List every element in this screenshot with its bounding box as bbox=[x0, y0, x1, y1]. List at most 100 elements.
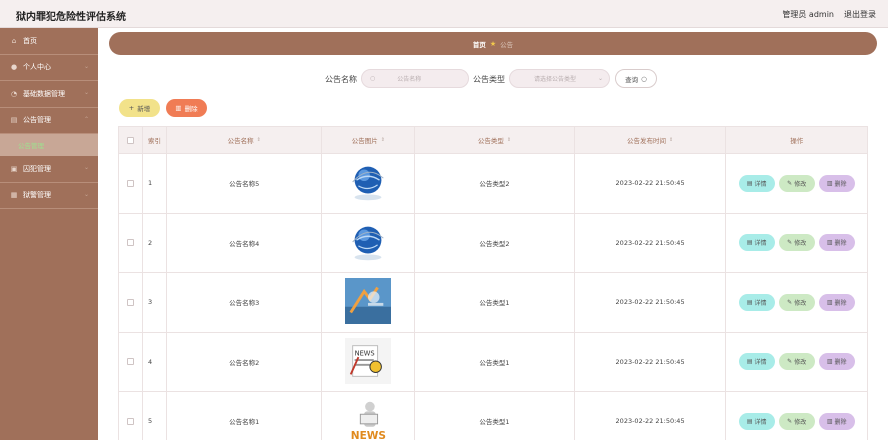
search-icon: ○ bbox=[641, 74, 647, 83]
row-ops: ▤ 详情 ✎ 修改 ▥ 删除 bbox=[726, 392, 867, 440]
trash-icon: ▥ bbox=[826, 298, 833, 306]
edit-icon: ✎ bbox=[787, 358, 793, 366]
edit-icon: ✎ bbox=[787, 179, 793, 187]
top-bar: 狱内罪犯危险性评估系统 管理员 admin 退出登录 bbox=[0, 0, 888, 28]
row-type: 公告类型1 bbox=[415, 392, 575, 440]
sort-icon: ⇕ bbox=[506, 137, 512, 143]
header-name[interactable]: 公告名称 ⇕ bbox=[167, 127, 323, 153]
select-all-checkbox[interactable] bbox=[126, 136, 134, 144]
row-checkbox[interactable] bbox=[126, 417, 134, 425]
row-checkbox[interactable] bbox=[126, 298, 134, 306]
detail-button[interactable]: ▤ 详情 bbox=[738, 234, 775, 252]
table-row: 2 公告名称4 公告类型2 2023-02-22 21:50:45 ▤ 详情 ✎ 修… bbox=[118, 213, 868, 273]
trash-icon: ▥ bbox=[826, 239, 833, 247]
row-name: 公告名称3 bbox=[167, 273, 323, 332]
sidebar-item-prisoner[interactable]: ▣ 囚犯管理 ⌄ bbox=[0, 156, 98, 183]
breadcrumb-home[interactable]: 首页 bbox=[473, 39, 486, 49]
row-name: 公告名称1 bbox=[167, 392, 323, 440]
row-name: 公告名称5 bbox=[167, 154, 323, 213]
trash-icon: ▥ bbox=[826, 358, 833, 366]
sort-icon: ⇕ bbox=[256, 137, 261, 143]
header-type[interactable]: 公告类型 ⇕ bbox=[415, 127, 575, 153]
sidebar-subitem-notice-management[interactable]: 公告管理 bbox=[0, 134, 98, 156]
sort-icon: ⇕ bbox=[668, 137, 674, 143]
sidebar-item-guard[interactable]: ▦ 狱警管理 ⌄ bbox=[0, 183, 98, 209]
notice-name-placeholder: 公告名称 bbox=[397, 76, 422, 83]
row-time: 2023-02-22 21:50:45 bbox=[575, 154, 727, 213]
row-image-cell bbox=[322, 154, 416, 213]
delete-button[interactable]: ▥ 删除 bbox=[818, 353, 855, 371]
row-ops: ▤ 详情 ✎ 修改 ▥ 删除 bbox=[726, 333, 867, 392]
home-icon: ⌂ bbox=[11, 36, 17, 45]
edit-button[interactable]: ✎ 修改 bbox=[778, 353, 815, 371]
row-type: 公告类型2 bbox=[415, 154, 575, 213]
row-image-cell bbox=[322, 213, 416, 272]
database-icon: ◔ bbox=[10, 89, 18, 98]
star-icon: ★ bbox=[489, 39, 497, 48]
row-image-cell: NEWS bbox=[322, 332, 416, 391]
header-time[interactable]: 公告发布时间 ⇕ bbox=[575, 127, 727, 153]
row-index: 2 bbox=[143, 213, 167, 272]
batch-delete-button[interactable]: ▥ 删除 bbox=[166, 99, 207, 117]
notice-image-news-man: NEWS bbox=[345, 397, 392, 440]
svg-text:NEWS: NEWS bbox=[355, 349, 375, 357]
detail-icon: ▤ bbox=[746, 179, 753, 187]
notice-image-news-blue bbox=[345, 278, 392, 326]
chevron-down-icon: ⌄ bbox=[83, 164, 89, 171]
delete-button[interactable]: ▥ 删除 bbox=[818, 293, 855, 311]
row-image-cell: NEWS bbox=[322, 392, 416, 440]
row-type: 公告类型2 bbox=[415, 213, 575, 272]
edit-icon: ✎ bbox=[787, 298, 793, 306]
table-row: 4 公告名称2 NEWS 公告类型1 2023-02-22 21:50:45 ▤… bbox=[118, 332, 868, 392]
notice-table: 索引 公告名称 ⇕ 公告图片 ⇕ 公告类型 ⇕ 公告发布时间 ⇕ 操作 1 公告名称5 … bbox=[118, 126, 868, 440]
logout-link[interactable]: 退出登录 bbox=[844, 9, 876, 20]
row-time: 2023-02-22 21:50:45 bbox=[575, 392, 727, 440]
breadcrumb-current: 公告 bbox=[500, 40, 514, 49]
edit-button[interactable]: ✎ 修改 bbox=[778, 412, 815, 430]
header-image[interactable]: 公告图片 ⇕ bbox=[322, 127, 416, 153]
delete-button[interactable]: ▥ 删除 bbox=[818, 174, 855, 192]
row-image-cell bbox=[322, 273, 416, 332]
edit-button[interactable]: ✎ 修改 bbox=[778, 174, 815, 192]
sidebar-item-home[interactable]: ⌂ 首页 bbox=[0, 28, 98, 55]
select-all-cell bbox=[119, 127, 143, 153]
chevron-down-icon: ⌄ bbox=[83, 89, 89, 96]
search-bar: 公告名称 ○ 公告名称 公告类型 请选择公告类型 ⌄ 查询 ○ bbox=[0, 69, 888, 89]
notice-type-select[interactable]: 请选择公告类型 ⌄ bbox=[509, 69, 610, 88]
detail-button[interactable]: ▤ 详情 bbox=[738, 353, 775, 371]
detail-button[interactable]: ▤ 详情 bbox=[738, 174, 775, 192]
trash-icon: ▥ bbox=[175, 104, 182, 112]
detail-button[interactable]: ▤ 详情 bbox=[738, 293, 775, 311]
query-button[interactable]: 查询 ○ bbox=[615, 69, 657, 88]
row-type: 公告类型1 bbox=[415, 273, 575, 332]
row-time: 2023-02-22 21:50:45 bbox=[575, 273, 727, 332]
row-checkbox[interactable] bbox=[126, 179, 134, 187]
row-index: 5 bbox=[143, 392, 167, 440]
table-row: 5 公告名称1 NEWS 公告类型1 2023-02-22 21:50:45 ▤… bbox=[118, 392, 868, 440]
query-button-label: 查询 bbox=[625, 75, 639, 84]
row-checkbox[interactable] bbox=[126, 358, 134, 366]
sidebar-item-notice[interactable]: ▤ 公告管理 ⌃ bbox=[0, 108, 98, 134]
plus-icon: + bbox=[128, 104, 135, 112]
header-index: 索引 bbox=[143, 127, 167, 153]
notice-name-input[interactable]: ○ 公告名称 bbox=[361, 69, 469, 88]
table-row: 1 公告名称5 公告类型2 2023-02-22 21:50:45 ▤ 详情 ✎ 修… bbox=[118, 154, 868, 214]
breadcrumb: 首页 ★ 公告 bbox=[109, 32, 877, 55]
edit-button[interactable]: ✎ 修改 bbox=[778, 234, 815, 252]
row-index: 3 bbox=[143, 273, 167, 332]
row-checkbox[interactable] bbox=[126, 239, 134, 247]
delete-button[interactable]: ▥ 删除 bbox=[818, 412, 855, 430]
notice-type-placeholder: 请选择公告类型 bbox=[534, 76, 577, 83]
edit-button[interactable]: ✎ 修改 bbox=[778, 293, 815, 311]
sidebar: ⌂ 首页 ● 个人中心 ⌄ ◔ 基础数据管理 ⌄ ▤ 公告管理 ⌃ 公告管理 ▣… bbox=[0, 28, 98, 440]
row-name: 公告名称4 bbox=[167, 213, 323, 272]
app-title: 狱内罪犯危险性评估系统 bbox=[16, 12, 126, 23]
add-button[interactable]: + 新增 bbox=[119, 99, 160, 117]
chevron-up-icon: ⌃ bbox=[83, 115, 89, 123]
row-index: 4 bbox=[143, 332, 167, 391]
table-header: 索引 公告名称 ⇕ 公告图片 ⇕ 公告类型 ⇕ 公告发布时间 ⇕ 操作 bbox=[118, 126, 868, 154]
notice-type-label: 公告类型 bbox=[473, 75, 505, 84]
detail-button[interactable]: ▤ 详情 bbox=[738, 412, 775, 430]
delete-button[interactable]: ▥ 删除 bbox=[818, 234, 855, 252]
row-index: 1 bbox=[143, 154, 167, 213]
